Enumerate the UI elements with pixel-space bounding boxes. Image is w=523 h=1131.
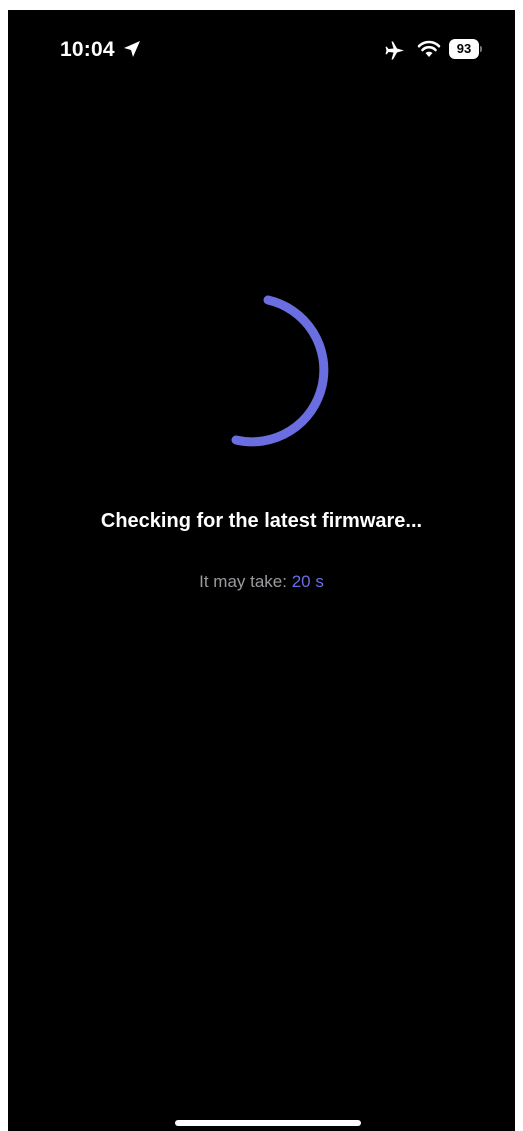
home-indicator[interactable] bbox=[175, 1120, 361, 1126]
location-arrow-icon bbox=[124, 41, 140, 57]
status-time: 10:04 bbox=[60, 38, 115, 61]
battery-level: 93 bbox=[449, 39, 479, 59]
eta-value: 20 s bbox=[291, 572, 324, 591]
battery-cap bbox=[480, 46, 482, 52]
status-bar: 10:04 93 bbox=[8, 10, 515, 70]
screen: 10:04 93 Checking for the latest firmwar… bbox=[8, 10, 515, 1131]
wifi-icon bbox=[417, 40, 441, 57]
eta-label: It may take: bbox=[199, 572, 292, 591]
airplane-mode-icon bbox=[385, 41, 404, 60]
loading-spinner-icon bbox=[231, 295, 329, 447]
eta-line: It may take: 20 s bbox=[8, 572, 515, 592]
battery-icon: 93 bbox=[449, 39, 482, 59]
checking-firmware-title: Checking for the latest firmware... bbox=[100, 510, 423, 532]
